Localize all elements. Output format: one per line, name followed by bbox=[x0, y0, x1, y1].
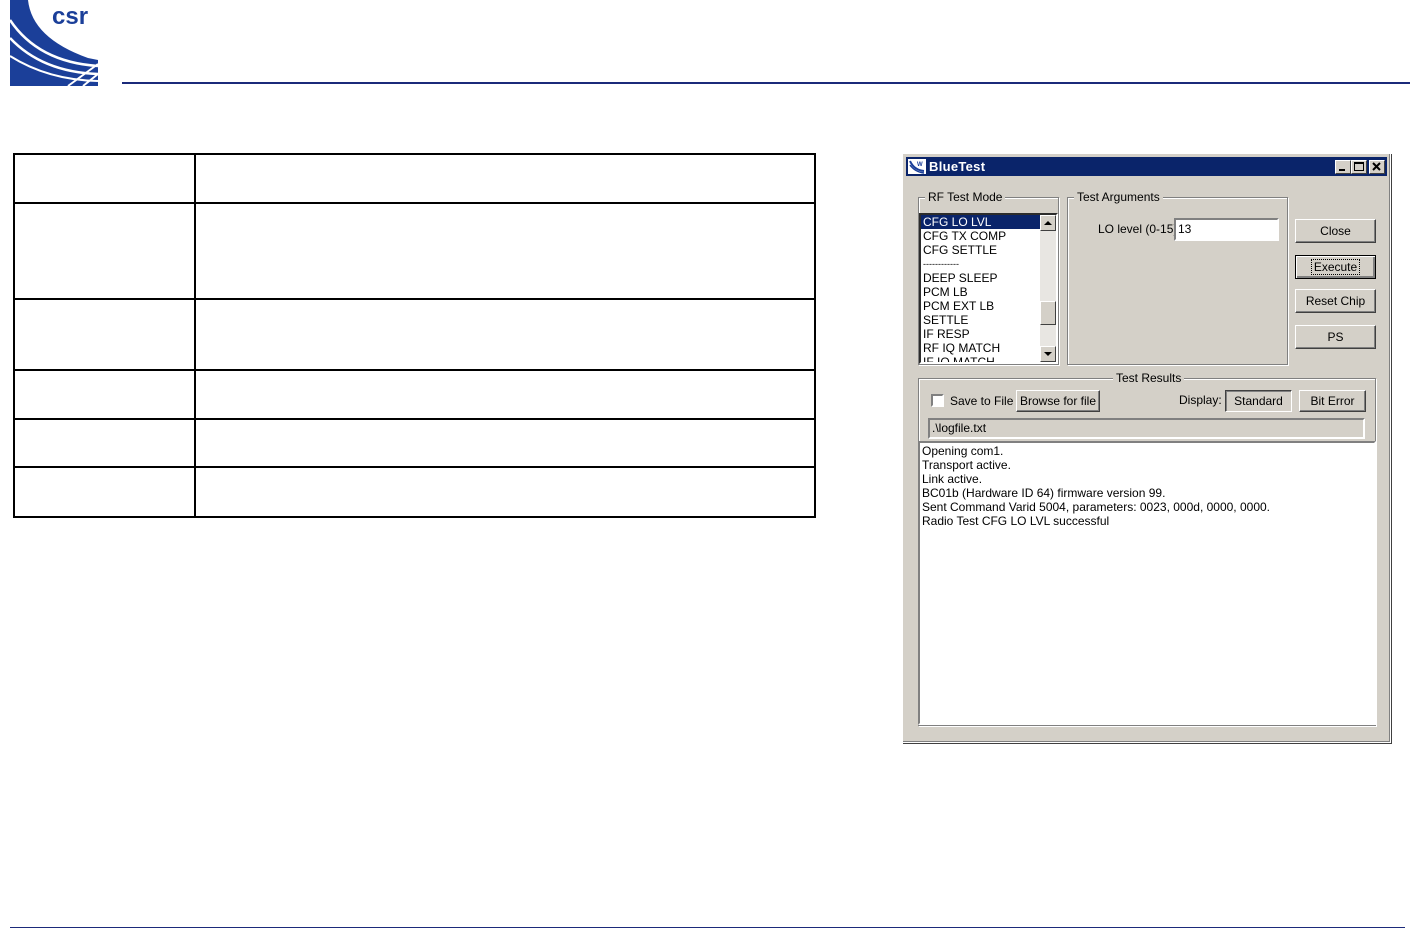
scroll-down-button[interactable] bbox=[1040, 346, 1056, 362]
table-row bbox=[13, 153, 816, 204]
reset-chip-button[interactable]: Reset Chip bbox=[1295, 289, 1376, 313]
test-arguments-label: Test Arguments bbox=[1074, 190, 1163, 204]
bluetest-app-icon: W bbox=[908, 159, 926, 174]
rf-test-mode-label: RF Test Mode bbox=[925, 190, 1006, 204]
display-label: Display: bbox=[1179, 393, 1222, 407]
list-item[interactable]: PCM LB bbox=[921, 285, 1056, 299]
save-to-file-checkbox[interactable] bbox=[931, 394, 944, 407]
minimize-button[interactable] bbox=[1335, 160, 1351, 174]
list-item[interactable]: CFG SETTLE bbox=[921, 243, 1056, 257]
maximize-button[interactable] bbox=[1351, 160, 1367, 174]
arrow-up-icon bbox=[1044, 221, 1052, 225]
table-row bbox=[13, 369, 816, 420]
log-line: Link active. bbox=[922, 472, 983, 486]
footer-rule bbox=[10, 927, 1405, 928]
list-item[interactable]: IF RESP bbox=[921, 327, 1056, 341]
log-line: Sent Command Varid 5004, parameters: 002… bbox=[922, 500, 1271, 514]
table-row bbox=[13, 298, 816, 371]
list-item[interactable]: IF IQ MATCH bbox=[921, 355, 1056, 362]
csr-logo: csr bbox=[8, 0, 99, 87]
svg-text:W: W bbox=[917, 162, 923, 168]
list-scrollbar[interactable] bbox=[1040, 215, 1056, 362]
scroll-up-button[interactable] bbox=[1040, 215, 1056, 231]
title-bar: W BlueTest bbox=[906, 157, 1387, 176]
content-table bbox=[13, 153, 816, 518]
table-row bbox=[13, 202, 816, 300]
ps-button[interactable]: PS bbox=[1295, 325, 1376, 349]
list-item[interactable]: RF IQ MATCH bbox=[921, 341, 1056, 355]
header-rule bbox=[122, 82, 1410, 84]
close-window-button[interactable] bbox=[1369, 160, 1385, 174]
log-line: BC01b (Hardware ID 64) firmware version … bbox=[922, 486, 1166, 500]
execute-button[interactable]: Execute bbox=[1295, 255, 1376, 279]
log-line: Radio Test CFG LO LVL successful bbox=[922, 514, 1110, 528]
list-item-cfg-lo-lvl[interactable]: CFG LO LVL bbox=[921, 215, 1056, 229]
list-item[interactable]: SETTLE bbox=[921, 313, 1056, 327]
bit-error-display-button[interactable]: Bit Error bbox=[1299, 390, 1366, 412]
standard-display-button[interactable]: Standard bbox=[1225, 390, 1292, 412]
table-row bbox=[13, 466, 816, 518]
scroll-thumb[interactable] bbox=[1040, 301, 1056, 325]
browse-for-file-button[interactable]: Browse for file bbox=[1016, 390, 1100, 412]
arrow-down-icon bbox=[1044, 352, 1052, 356]
maximize-icon bbox=[1354, 162, 1364, 171]
list-item[interactable]: PCM EXT LB bbox=[921, 299, 1056, 313]
list-item[interactable]: CFG TX COMP bbox=[921, 229, 1056, 243]
log-file-path-field[interactable]: .\logfile.txt bbox=[928, 418, 1365, 439]
save-to-file-label: Save to File bbox=[950, 394, 1014, 408]
rf-test-mode-list[interactable]: CFG LO LVL CFG TX COMP CFG SETTLE ------… bbox=[919, 213, 1058, 364]
list-item[interactable]: DEEP SLEEP bbox=[921, 271, 1056, 285]
close-icon bbox=[1372, 162, 1381, 171]
lo-level-label: LO level (0-15) bbox=[1098, 222, 1178, 236]
lo-level-input[interactable]: 13 bbox=[1174, 218, 1279, 241]
log-line: Transport active. bbox=[922, 458, 1011, 472]
test-results-label: Test Results bbox=[1113, 371, 1185, 385]
window-title: BlueTest bbox=[929, 159, 986, 174]
svg-text:csr: csr bbox=[52, 3, 88, 30]
close-button[interactable]: Close bbox=[1295, 219, 1376, 243]
log-line: Opening com1. bbox=[922, 444, 1004, 458]
minimize-icon bbox=[1339, 169, 1345, 171]
list-item-separator[interactable]: ------------ bbox=[921, 257, 1056, 271]
results-log[interactable]: Opening com1. Transport active. Link act… bbox=[918, 441, 1376, 725]
table-row bbox=[13, 418, 816, 468]
